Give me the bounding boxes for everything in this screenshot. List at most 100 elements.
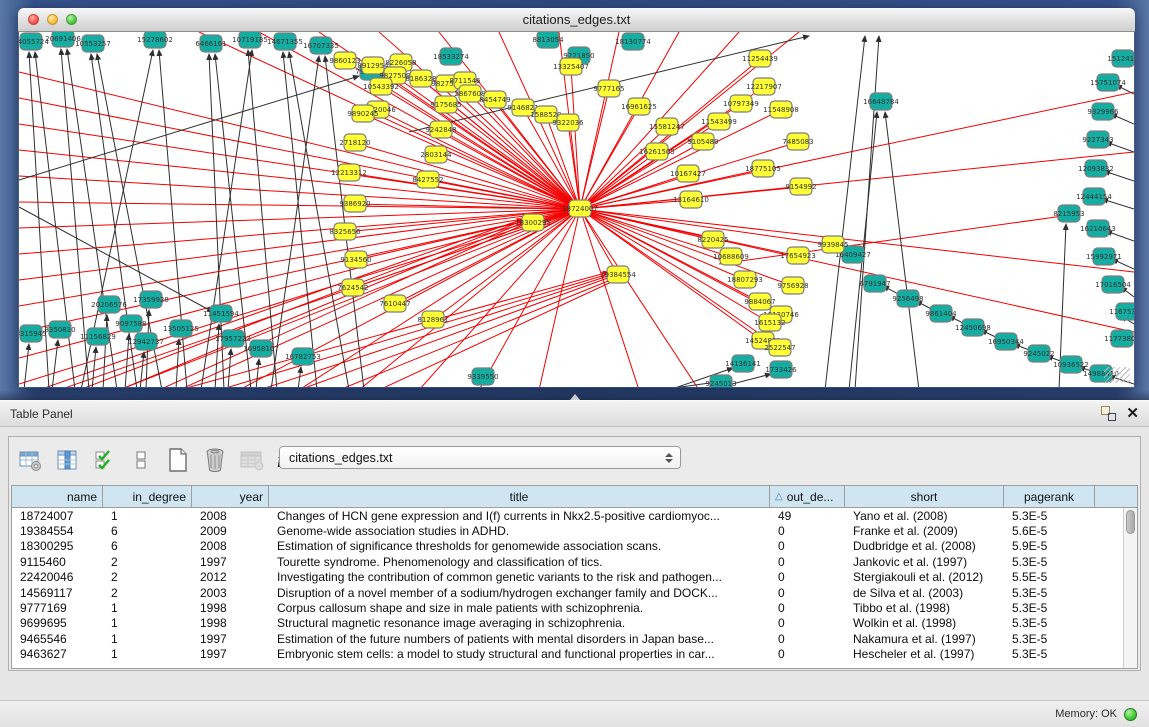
table-row[interactable]: 911546021997Tourette syndrome. Phenomeno… [12, 554, 1123, 569]
graph-node[interactable]: 16707335 [303, 37, 339, 54]
graph-node[interactable]: 9386920 [339, 195, 370, 212]
graph-node[interactable]: 19384554 [600, 266, 636, 283]
graph-node[interactable]: 10688609 [713, 248, 749, 265]
table-vertical-scrollbar[interactable] [1123, 508, 1137, 668]
close-panel-icon[interactable]: ✕ [1126, 406, 1139, 421]
graph-node[interactable]: 9134560 [340, 251, 371, 268]
graph-node[interactable]: 18130774 [615, 33, 651, 50]
table-settings-icon[interactable] [17, 447, 43, 473]
graph-node[interactable]: 8350810 [44, 321, 75, 338]
graph-node[interactable]: 1512414 [1107, 50, 1134, 67]
graph-node[interactable]: 14671355 [267, 33, 303, 50]
delete-table-icon[interactable] [239, 447, 265, 473]
graph-node[interactable]: 12213312 [331, 164, 367, 181]
column-header-out_de[interactable]: △out_de... [770, 486, 845, 507]
graph-node[interactable]: 2718120 [339, 134, 370, 151]
graph-node[interactable]: 9154992 [785, 178, 816, 195]
table-row[interactable]: 1938455462009Genome-wide association stu… [12, 523, 1123, 538]
column-header-title[interactable]: title [269, 486, 770, 507]
column-header-pagerank[interactable]: pagerank [1004, 486, 1095, 507]
graph-node[interactable]: 9245013 [705, 375, 736, 387]
graph-node[interactable]: 7610447 [379, 295, 410, 312]
graph-node[interactable]: 8128961 [417, 311, 448, 328]
graph-node[interactable]: 1615132 [754, 314, 785, 331]
graph-node[interactable]: 11543499 [701, 113, 737, 130]
graph-node[interactable]: 9105489 [687, 133, 718, 150]
graph-node[interactable]: 9227343 [1082, 131, 1113, 148]
graph-node[interactable]: 8220425 [697, 231, 728, 248]
graph-node[interactable]: 9756928 [777, 277, 808, 294]
graph-node[interactable]: 9175685 [430, 96, 461, 113]
graph-node[interactable]: 16210643 [1080, 220, 1116, 237]
graph-node[interactable]: 15278602 [137, 32, 173, 48]
column-header-name[interactable]: name [12, 486, 103, 507]
graph-node[interactable]: 17654923 [780, 247, 816, 264]
graph-node[interactable]: 15992971 [1086, 248, 1122, 265]
graph-node[interactable]: 9860123 [329, 52, 360, 69]
graph-node[interactable]: 13505125 [163, 320, 199, 337]
column-header-short[interactable]: short [845, 486, 1004, 507]
table-select-dropdown[interactable]: citations_edges.txt [279, 446, 681, 469]
graph-node[interactable]: 8813054 [532, 32, 564, 48]
table-row[interactable]: 1830029562008Estimation of significance … [12, 539, 1123, 554]
graph-node[interactable]: 10797349 [723, 95, 759, 112]
graph-node[interactable]: 11548908 [763, 101, 799, 118]
graph-node[interactable]: 9256498 [892, 290, 923, 307]
graph-node[interactable]: 11675348 [1109, 303, 1134, 320]
graph-node[interactable]: 9939845 [817, 236, 848, 253]
graph-node[interactable]: 12444154 [1076, 188, 1112, 205]
graph-node[interactable]: 14136141 [725, 355, 761, 372]
graph-node[interactable]: 1733426 [765, 361, 797, 378]
graph-node[interactable]: 8215953 [1053, 205, 1084, 222]
graph-node[interactable]: 20206576 [91, 296, 127, 313]
graph-node[interactable]: 16961625 [621, 98, 657, 115]
graph-node[interactable]: 9861404 [925, 305, 957, 322]
graph-node[interactable]: 8454749 [479, 91, 510, 108]
new-column-icon[interactable] [165, 447, 191, 473]
graph-node[interactable]: 13164610 [673, 191, 709, 208]
column-header-in_degree[interactable]: in_degree [103, 486, 192, 507]
graph-node[interactable]: 12093832 [1078, 160, 1114, 177]
graph-node[interactable]: 8427552 [412, 171, 443, 188]
delete-column-icon[interactable] [202, 447, 228, 473]
graph-node[interactable]: 6466161 [195, 35, 226, 52]
graph-node[interactable]: 9242848 [425, 121, 456, 138]
graph-node[interactable]: 6791947 [859, 275, 890, 292]
graph-node[interactable]: 9245022 [1023, 345, 1054, 362]
graph-node[interactable]: 18775105 [745, 160, 781, 177]
graph-node[interactable]: 9329966 [1087, 103, 1119, 120]
graph-node[interactable]: 11254439 [742, 50, 778, 67]
scrollbar-thumb[interactable] [1126, 510, 1135, 534]
graph-node[interactable]: 16648784 [863, 93, 899, 110]
table-row[interactable]: 977716911998Corpus callosum shape and si… [12, 600, 1123, 615]
table-row[interactable]: 1872400712008Changes of HCN gene express… [12, 508, 1123, 523]
graph-node[interactable]: 9097588 [115, 315, 146, 332]
graph-node[interactable]: 15581247 [649, 118, 685, 135]
table-row[interactable]: 2242004622012Investigating the contribut… [12, 570, 1123, 585]
graph-node[interactable]: 12217907 [746, 78, 782, 95]
graph-node[interactable]: 15751074 [1090, 74, 1126, 91]
table-row[interactable]: 969969511998Structural magnetic resonanc… [12, 616, 1123, 631]
graph-node[interactable]: 2522547 [764, 339, 795, 356]
float-panel-icon[interactable] [1101, 406, 1116, 421]
select-all-rows-icon[interactable] [91, 447, 117, 473]
column-header-year[interactable]: year [192, 486, 269, 507]
unmerge-rows-icon[interactable] [128, 447, 154, 473]
graph-node[interactable]: 3315945 [19, 325, 47, 342]
graph-node[interactable]: 7624542 [337, 279, 368, 296]
table-row[interactable]: 946554611997Estimation of the future num… [12, 631, 1123, 646]
table-row[interactable]: 1456911722003Disruption of a novel membe… [12, 585, 1123, 600]
network-window-titlebar[interactable]: citations_edges.txt [18, 8, 1135, 32]
graph-node[interactable]: 2803144 [420, 146, 452, 163]
window-resize-grip[interactable] [1104, 367, 1130, 383]
graph-node[interactable]: 9890245 [347, 105, 378, 122]
graph-node[interactable]: 18533274 [433, 48, 469, 65]
table-row[interactable]: 946362711997Embryonic stem cells: a mode… [12, 647, 1123, 662]
graph-node[interactable]: 9339550 [467, 368, 498, 385]
graph-node[interactable]: 9322036 [552, 114, 584, 131]
graph-node[interactable]: 7485083 [782, 133, 813, 150]
graph-node[interactable]: 9777165 [593, 80, 624, 97]
network-canvas[interactable]: 2405572420691406105532571527860264661611… [18, 32, 1135, 387]
show-columns-icon[interactable] [54, 447, 80, 473]
graph-node[interactable]: 11773805 [1104, 330, 1134, 347]
